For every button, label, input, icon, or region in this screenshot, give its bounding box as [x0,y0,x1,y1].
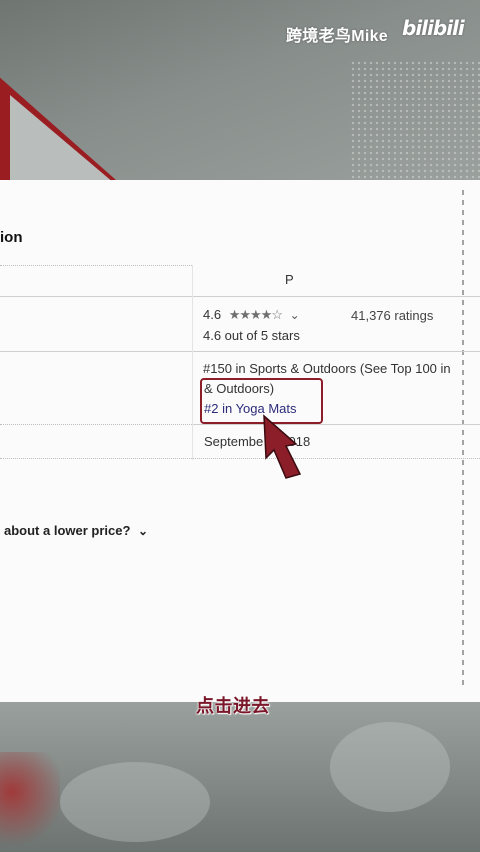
red-blur-decoration [0,752,60,852]
rating-row[interactable]: 4.6 ★★★★☆ ⌄ [203,307,300,323]
triangle-inner-decoration [10,95,140,180]
divider [192,424,480,425]
pointer-arrow-icon [263,414,302,479]
rating-value: 4.6 [203,307,222,322]
section-title: ion [0,229,23,246]
background-bottom [0,702,480,852]
ratings-count-link[interactable]: 41,376 ratings [351,308,433,323]
divider [0,296,480,297]
column-separator [192,265,193,460]
divider [0,265,192,266]
rating-out-of: 4.6 out of 5 stars [203,328,300,343]
bilibili-logo: bilibili [402,16,465,40]
partial-header-text: P [285,272,294,287]
best-sellers-rank-category-cont: & Outdoors) [204,381,275,396]
video-subtitle: 点击进去 [196,696,270,716]
lower-price-label: about a lower price? [4,523,131,538]
star-rating-icon: ★★★★☆ [228,307,283,322]
divider [0,351,480,352]
panel-edge-decoration [462,190,464,690]
best-sellers-rank-category[interactable]: #150 in Sports & Outdoors (See Top 100 i… [203,361,451,376]
chevron-down-icon: ⌄ [138,524,149,538]
watermark-author: 跨境老鸟Mike [286,28,388,45]
blur-decoration [60,762,210,842]
chevron-down-icon[interactable]: ⌄ [290,308,300,322]
blur-decoration [330,722,450,812]
lower-price-dropdown[interactable]: about a lower price? ⌄ [4,523,148,538]
dot-pattern-decoration [350,60,480,180]
divider [0,424,192,425]
divider [0,458,480,459]
